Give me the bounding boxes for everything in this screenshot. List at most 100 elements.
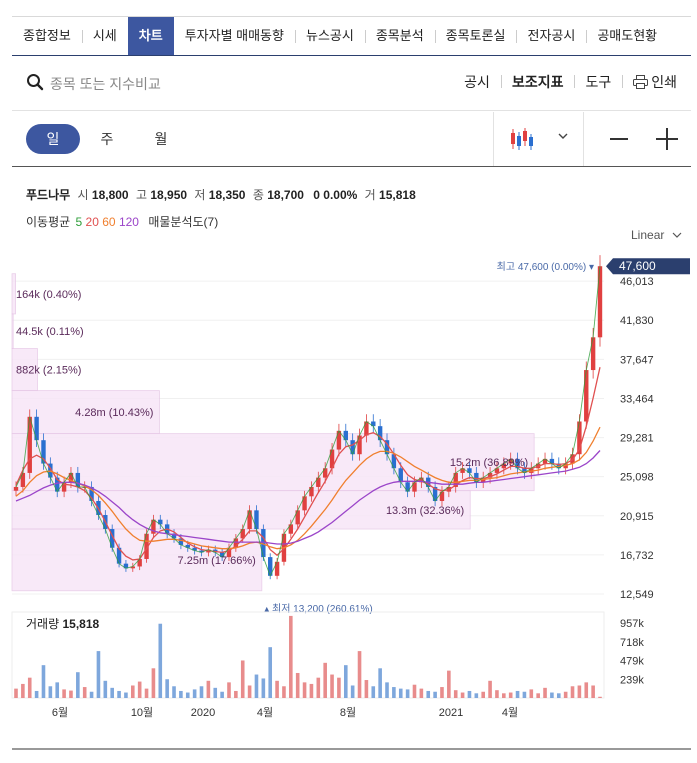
period-day[interactable]: 일 — [26, 124, 80, 154]
volume-bar — [261, 678, 266, 698]
volume-bar — [289, 615, 293, 698]
volume-tick-label: 957k — [620, 618, 644, 630]
low-value: 18,350 — [208, 188, 246, 202]
volume-bar — [199, 686, 204, 698]
volume-bar — [295, 672, 300, 698]
volume-bar — [144, 688, 149, 698]
volume-bar — [27, 677, 32, 698]
volume-bar — [62, 689, 66, 698]
volume-bar — [584, 682, 589, 698]
volume-profile-label: 882k (2.15%) — [16, 365, 81, 377]
volume-bar — [192, 689, 197, 698]
x-axis-label: 6월 — [52, 706, 68, 719]
volume-bar — [96, 651, 101, 698]
x-axis-label: 10월 — [131, 706, 153, 719]
price-tick-label: 25,098 — [620, 472, 654, 484]
price-tick-label: 37,647 — [620, 354, 654, 366]
search-input[interactable]: 종목 또는 지수비교 — [50, 74, 161, 94]
volume-bar — [440, 687, 444, 698]
candle-chart-icon[interactable] — [509, 126, 535, 152]
print-button[interactable]: 인쇄 — [622, 72, 677, 92]
volume-tick-label: 718k — [620, 637, 644, 649]
tab-item[interactable]: 전자공시 — [516, 17, 586, 55]
close-label: 종 — [252, 188, 264, 202]
volume-profile-label: 15.2m (36.89%) — [450, 457, 528, 469]
ma20-label[interactable]: 20 — [86, 215, 99, 229]
max-price-marker: 최고 47,600 (0.00%) ▾ — [497, 261, 594, 273]
volume-bar — [165, 679, 169, 698]
price-tick-label: 29,281 — [620, 433, 654, 445]
volume-bar — [69, 690, 73, 698]
volume-bar — [117, 690, 121, 698]
volume-bar — [82, 687, 87, 698]
ma120-label[interactable]: 120 — [119, 215, 139, 229]
volume-bar — [172, 686, 176, 698]
ma60-label[interactable]: 60 — [102, 215, 115, 229]
volume-bar — [481, 691, 485, 698]
open-value: 18,800 — [91, 188, 129, 202]
volume-bar — [137, 681, 142, 698]
chevron-down-icon[interactable] — [557, 131, 569, 141]
volume-bar — [124, 692, 128, 698]
ma5-label[interactable]: 5 — [76, 215, 83, 229]
tab-item[interactable]: 종목토론실 — [434, 17, 517, 55]
tab-item[interactable]: 차트 — [127, 17, 174, 55]
low-label: 저 — [194, 188, 206, 202]
tab-item[interactable]: 뉴스공시 — [294, 17, 365, 55]
stock-chart[interactable]: 46,013 41,830 37,647 33,464 29,281 25,098 20,9… — [0, 240, 697, 763]
tab-item[interactable]: 시세 — [81, 17, 128, 55]
period-week[interactable]: 주 — [80, 124, 134, 154]
volume-bar — [357, 651, 362, 698]
volume-bar — [515, 690, 520, 698]
zoom-out-button[interactable] — [610, 138, 628, 140]
candle-body — [274, 561, 280, 576]
period-month[interactable]: 월 — [134, 124, 188, 154]
volume-bar — [570, 686, 575, 698]
volume-bar — [447, 670, 451, 698]
volume-bar — [398, 688, 403, 698]
volume-title: 거래량 15,818 — [26, 617, 99, 631]
volume-bar — [529, 689, 534, 698]
volume-bar — [185, 692, 190, 698]
volume-bar — [206, 680, 211, 698]
volume-value: 15,818 — [379, 188, 416, 202]
volume-bar — [41, 665, 46, 698]
volume-title-value: 15,818 — [62, 617, 99, 631]
zoom-in-button[interactable] — [656, 128, 678, 150]
volume-bar — [474, 693, 479, 698]
tab-item[interactable]: 종목분석 — [364, 17, 435, 55]
volume-bar — [536, 693, 540, 698]
volume-label: 거 — [364, 188, 376, 202]
volume-bar — [247, 685, 252, 698]
volume-bar — [426, 690, 431, 698]
candle-body — [584, 370, 589, 422]
volume-bar — [543, 687, 547, 698]
disclosure-button[interactable]: 공시 — [453, 72, 501, 92]
volume-bar — [309, 683, 314, 698]
volume-bar — [556, 693, 561, 698]
tab-item[interactable]: 종합정보 — [12, 17, 82, 55]
volume-bar — [488, 680, 492, 698]
volume-bar — [433, 691, 437, 698]
volume-profile-label[interactable]: 매물분석도(7) — [148, 215, 218, 229]
tab-item[interactable]: 공매도현황 — [586, 17, 668, 55]
tools-button[interactable]: 도구 — [574, 72, 622, 92]
tool-links: 공시 보조지표 도구 인쇄 — [453, 72, 677, 92]
ma-label: 이동평균 — [26, 215, 71, 229]
indicator-button[interactable]: 보조지표 — [500, 72, 575, 92]
main-tab-bar: 종합정보 시세 차트 투자자별 매매동향 뉴스공시 종목분석 종목토론실 전자공시 공매도현황 — [12, 16, 691, 56]
volume-profile-label: 164k (0.40%) — [16, 289, 81, 301]
open-label: 시 — [77, 188, 89, 202]
tab-item[interactable]: 투자자별 매매동향 — [174, 17, 295, 55]
divider — [493, 112, 494, 166]
price-tick-label: 33,464 — [620, 393, 654, 405]
volume-bar — [282, 686, 286, 698]
search-icon[interactable] — [26, 73, 44, 91]
volume-profile-bar — [11, 313, 14, 349]
volume-bar — [55, 682, 60, 698]
volume-bar — [330, 674, 334, 698]
volume-bar — [337, 677, 341, 698]
volume-bar — [364, 680, 369, 698]
volume-bar — [34, 690, 39, 698]
min-price-marker: ▴ 최저 13,200 (260.61%) — [264, 603, 372, 615]
